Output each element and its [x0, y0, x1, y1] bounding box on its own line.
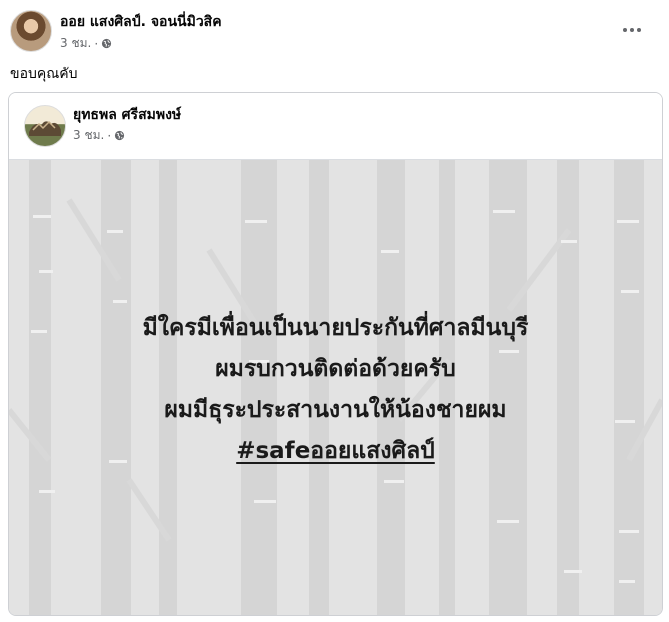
shared-post[interactable]: ยุทธพล ศรีสมพงษ์ 3 ชม. · มีใครมีเพื่อนเป… [8, 92, 663, 616]
globe-icon[interactable] [114, 130, 125, 141]
shared-author-avatar[interactable] [24, 105, 66, 147]
hashtag-link[interactable]: #safeออยแสงศิลป์ [236, 438, 435, 464]
globe-icon[interactable] [101, 38, 112, 49]
meta-separator: · [94, 36, 99, 51]
shared-post-header: ยุทธพล ศรีสมพงษ์ 3 ชม. · [9, 93, 662, 160]
facebook-post: ออย แสงศิลป์. จอนนี่มิวสิค 3 ชม. · ขอบคุ… [0, 0, 669, 622]
post-caption: ขอบคุณคับ [10, 66, 78, 82]
author-avatar[interactable] [10, 10, 52, 52]
shared-post-meta: 3 ชม. · [73, 126, 125, 145]
more-options-icon[interactable] [614, 18, 650, 42]
image-text-line-2: ผมรบกวนติดต่อด้วยครับ [215, 356, 456, 382]
image-text-line-3: ผมมีธุระประสานงานให้น้องชายผม [164, 397, 507, 423]
shared-author-name[interactable]: ยุทธพล ศรีสมพงษ์ [73, 104, 181, 126]
meta-separator: · [107, 128, 112, 143]
post-header: ออย แสงศิลป์. จอนนี่มิวสิค 3 ชม. · [10, 10, 650, 54]
image-text-line-1: มีใครมีเพื่อนเป็นนายประกันที่ศาลมีนบุรี [142, 315, 529, 341]
image-text-block: มีใครมีเพื่อนเป็นนายประกันที่ศาลมีนบุรี … [9, 308, 662, 472]
post-meta: 3 ชม. · [60, 34, 112, 53]
author-name[interactable]: ออย แสงศิลป์. จอนนี่มิวสิค [60, 11, 222, 33]
shared-post-time[interactable]: 3 ชม. [73, 126, 104, 145]
shared-post-image[interactable]: มีใครมีเพื่อนเป็นนายประกันที่ศาลมีนบุรี … [9, 160, 662, 615]
post-time[interactable]: 3 ชม. [60, 34, 91, 53]
